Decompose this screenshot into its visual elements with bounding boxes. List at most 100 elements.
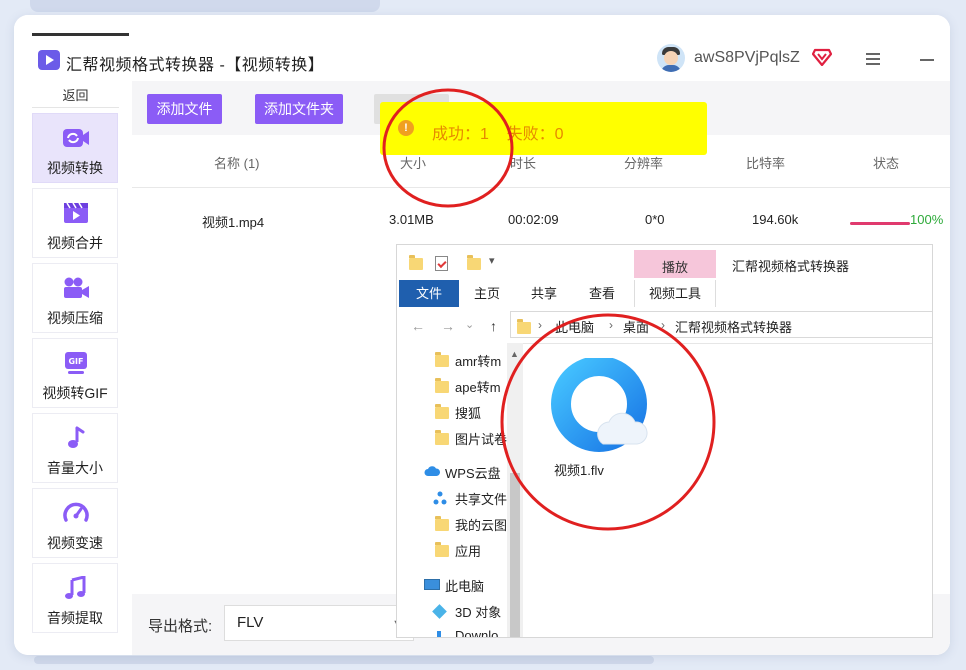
video-compress-icon bbox=[64, 277, 89, 298]
vip-diamond-icon[interactable] bbox=[812, 48, 832, 66]
column-header: 分辨率 bbox=[624, 156, 664, 171]
path-box[interactable]: › 此电脑 › 桌面 › 汇帮视频格式转换器 bbox=[510, 311, 932, 338]
sidebar-item-volume[interactable]: 音量大小 bbox=[32, 413, 118, 483]
gif-icon: GIF bbox=[65, 352, 87, 374]
sidebar-item-gif[interactable]: GIF 视频转GIF bbox=[32, 338, 118, 408]
tree-item[interactable]: amr转m bbox=[455, 351, 501, 370]
tab-file[interactable]: 文件 bbox=[399, 280, 459, 307]
tree-item[interactable]: 3D 对象 bbox=[455, 602, 501, 621]
new-folder-icon[interactable] bbox=[467, 255, 481, 270]
column-header[interactable]: 名称 (1) bbox=[214, 153, 260, 172]
result-toast: ! 成功：1 失败：0 bbox=[380, 102, 707, 155]
table-row[interactable]: 视频1.mp4 3.01MB 00:02:09 0*0 194.60k 100% bbox=[132, 188, 950, 238]
sidebar-item-label: 音频提取 bbox=[47, 610, 103, 626]
properties-icon[interactable] bbox=[435, 256, 448, 271]
breadcrumb-item[interactable]: 汇帮视频格式转换器 bbox=[675, 317, 792, 336]
tree-item[interactable]: 此电脑 bbox=[445, 576, 484, 595]
tree-item[interactable]: Downlo bbox=[455, 628, 498, 637]
minimize-icon[interactable] bbox=[920, 59, 934, 61]
sidebar-item-video-compress[interactable]: 视频压缩 bbox=[32, 263, 118, 333]
export-format-value: FLV bbox=[237, 614, 264, 631]
ribbon-highlight-label: 播放 bbox=[661, 260, 688, 275]
tree-item[interactable]: 应用 bbox=[455, 541, 481, 560]
folder-icon[interactable] bbox=[409, 255, 423, 270]
up-arrow-icon[interactable]: ↑ bbox=[490, 318, 497, 334]
sidebar-item-label: 视频合并 bbox=[47, 235, 103, 251]
sidebar-item-audio-extract[interactable]: 音频提取 bbox=[32, 563, 118, 633]
file-name: 视频1.mp4 bbox=[202, 215, 265, 230]
qq-browser-icon bbox=[551, 358, 648, 452]
tree-item[interactable]: 图片试卷 bbox=[455, 429, 507, 448]
sidebar: 返回 视频转换 视频合并 视频压缩 GIF 视频转GIF 音量大小 视频变速 音… bbox=[14, 81, 132, 655]
menu-icon[interactable] bbox=[866, 53, 880, 65]
sidebar-item-speed[interactable]: 视频变速 bbox=[32, 488, 118, 558]
forward-arrow-icon[interactable]: → bbox=[441, 318, 455, 334]
tree-scrollbar[interactable]: ▲ bbox=[507, 343, 523, 637]
svg-text:GIF: GIF bbox=[68, 357, 83, 366]
column-header: 比特率 bbox=[746, 156, 786, 171]
add-file-button[interactable]: 添加文件 bbox=[147, 94, 222, 124]
back-button[interactable]: 返回 bbox=[32, 85, 119, 108]
ribbon-tabs: 文件 主页 共享 查看 视频工具 bbox=[397, 280, 932, 308]
file-duration: 00:02:09 bbox=[508, 212, 559, 227]
scroll-up-icon[interactable]: ▲ bbox=[510, 349, 519, 359]
folder-icon bbox=[435, 542, 449, 557]
column-header: 大小 bbox=[400, 156, 427, 171]
download-icon bbox=[437, 631, 441, 637]
folder-icon bbox=[435, 516, 449, 531]
tab-share[interactable]: 共享 bbox=[522, 280, 566, 307]
toast-message: 成功：1 失败：0 bbox=[432, 126, 564, 143]
navigation-pane: amr转m ape转m 搜狐 图片试卷 WPS云盘 共享文件 我的云图 应用 此… bbox=[397, 343, 508, 637]
avatar[interactable] bbox=[657, 44, 685, 72]
username[interactable]: awS8PVjPqlsZ bbox=[694, 49, 800, 67]
column-header: 状态 bbox=[873, 156, 900, 171]
export-format-select[interactable]: FLV ▼ bbox=[224, 605, 414, 641]
video-merge-icon bbox=[64, 202, 88, 223]
share-icon bbox=[433, 491, 447, 505]
tree-item[interactable]: 我的云图 bbox=[455, 515, 507, 534]
tree-item[interactable]: ape转m bbox=[455, 377, 501, 396]
3d-objects-icon bbox=[432, 604, 447, 619]
tab-home[interactable]: 主页 bbox=[465, 280, 509, 307]
file-resolution: 0*0 bbox=[645, 212, 665, 227]
background-strip bbox=[34, 656, 654, 664]
folder-icon bbox=[435, 430, 449, 445]
recent-locations-icon[interactable]: ⌄ bbox=[465, 318, 474, 331]
sidebar-item-video-convert[interactable]: 视频转换 bbox=[32, 113, 118, 183]
sidebar-item-label: 视频变速 bbox=[47, 535, 103, 551]
quick-access-toolbar: ▾ 播放 汇帮视频格式转换器 bbox=[397, 245, 932, 280]
file-bitrate: 194.60k bbox=[752, 212, 799, 227]
column-header: 时长 bbox=[510, 156, 537, 171]
tree-item[interactable]: WPS云盘 bbox=[445, 463, 501, 482]
speedometer-icon bbox=[63, 502, 89, 522]
file-explorer-window: ▾ 播放 汇帮视频格式转换器 文件 主页 共享 查看 视频工具 ← → ⌄ ↑ … bbox=[396, 244, 933, 638]
video-tools-context-tab: 播放 bbox=[634, 250, 716, 278]
sidebar-item-label: 音量大小 bbox=[47, 460, 103, 476]
file-size: 3.01MB bbox=[389, 212, 434, 227]
add-folder-button[interactable]: 添加文件夹 bbox=[255, 94, 343, 124]
back-arrow-icon[interactable]: ← bbox=[411, 318, 425, 334]
progress-bar bbox=[850, 222, 910, 225]
sidebar-item-video-merge[interactable]: 视频合并 bbox=[32, 188, 118, 258]
computer-icon bbox=[424, 579, 440, 590]
tab-view[interactable]: 查看 bbox=[580, 280, 624, 307]
folder-icon bbox=[435, 352, 449, 367]
breadcrumb-item[interactable]: 桌面 bbox=[623, 317, 649, 336]
tree-item[interactable]: 搜狐 bbox=[455, 403, 481, 422]
sidebar-item-label: 视频转GIF bbox=[42, 385, 108, 401]
title-underline bbox=[32, 33, 129, 36]
scrollbar-thumb[interactable] bbox=[510, 473, 520, 637]
video-convert-icon bbox=[63, 129, 89, 147]
status-badge: 100% bbox=[910, 212, 944, 227]
tab-video-tools[interactable]: 视频工具 bbox=[634, 280, 716, 307]
folder-icon bbox=[517, 319, 531, 334]
background-strip bbox=[30, 0, 380, 12]
app-title: 汇帮视频格式转换器 -【视频转换】 bbox=[66, 57, 325, 74]
info-icon: ! bbox=[398, 120, 414, 136]
export-format-label: 导出格式: bbox=[148, 618, 213, 635]
sidebar-item-label: 视频压缩 bbox=[47, 310, 103, 326]
customize-toolbar-icon[interactable]: ▾ bbox=[489, 254, 495, 267]
tree-item[interactable]: 共享文件 bbox=[455, 489, 507, 508]
chevron-right-icon: › bbox=[609, 318, 613, 332]
breadcrumb-item[interactable]: 此电脑 bbox=[555, 317, 594, 336]
